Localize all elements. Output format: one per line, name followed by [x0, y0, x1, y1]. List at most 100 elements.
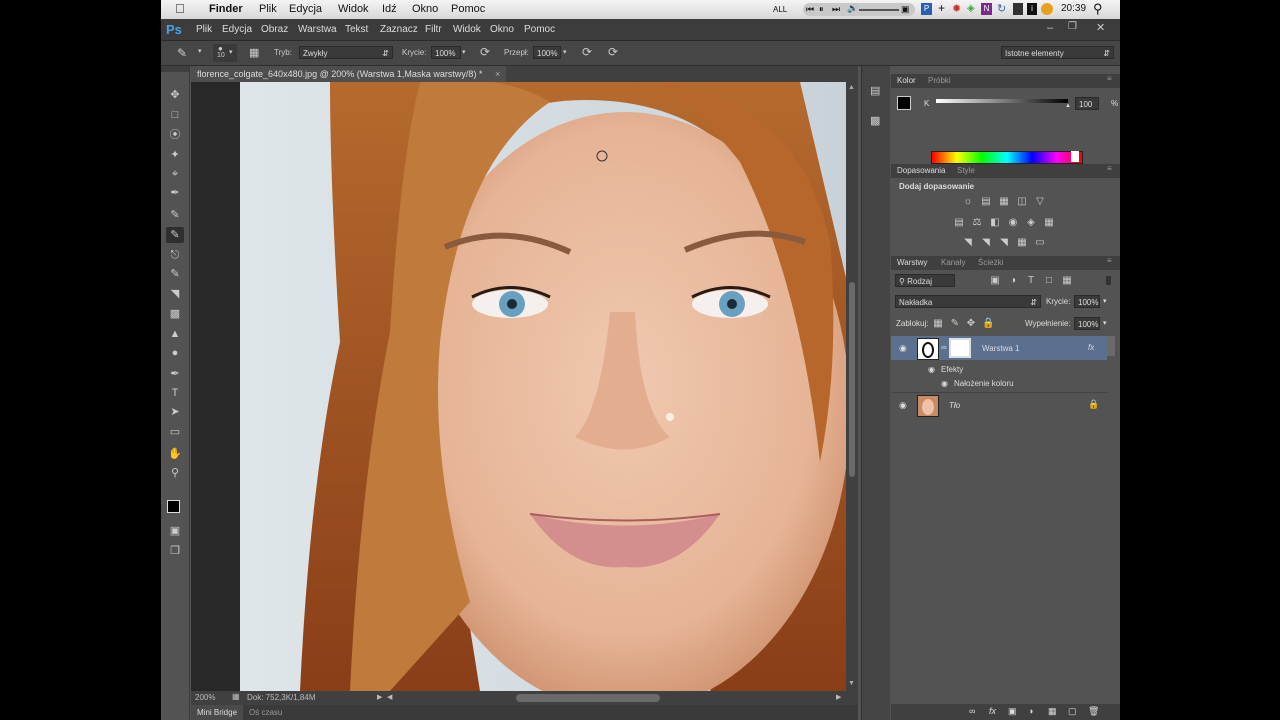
- blend-mode-select[interactable]: Nakładka ⇵: [895, 295, 1041, 308]
- black-white-icon[interactable]: ◧: [989, 218, 1001, 228]
- ps-menu-warstwa[interactable]: Warstwa: [298, 24, 337, 35]
- selective-color-icon[interactable]: ▦: [1016, 238, 1028, 248]
- horizontal-scroll-thumb[interactable]: [516, 694, 660, 702]
- zoom-tool-icon[interactable]: ⚲: [166, 465, 184, 481]
- add-mask-icon[interactable]: ▣: [1008, 706, 1017, 717]
- smart-object-filter-icon[interactable]: ▦: [1061, 276, 1073, 286]
- color-lookup-icon[interactable]: ▦: [1043, 218, 1055, 228]
- quick-mask-icon[interactable]: ▣: [166, 523, 184, 539]
- chevron-down-icon[interactable]: ▾: [1103, 319, 1107, 327]
- chain-link-icon[interactable]: ∞: [941, 343, 947, 352]
- scroll-down-icon[interactable]: ▼: [848, 680, 855, 687]
- pause-icon[interactable]: ⏸: [819, 4, 824, 15]
- filter-toggle[interactable]: [1106, 276, 1111, 285]
- color-ramp[interactable]: [931, 151, 1083, 164]
- layer-row-warstwa-1[interactable]: ◉ ∞ Warstwa 1 fx: [891, 336, 1107, 360]
- foreground-swatch[interactable]: [897, 96, 911, 110]
- path-selection-tool-icon[interactable]: ➤: [166, 404, 184, 420]
- zoom-level[interactable]: 200%: [195, 693, 215, 702]
- curves-icon[interactable]: ▦: [998, 197, 1010, 207]
- clock[interactable]: 20:39: [1061, 3, 1086, 14]
- invert-icon[interactable]: ◥: [962, 238, 974, 248]
- onenote-icon[interactable]: N: [981, 3, 992, 15]
- screen-mode-icon[interactable]: ❐: [166, 543, 184, 559]
- ps-menu-edycja[interactable]: Edycja: [222, 24, 252, 35]
- tab-color[interactable]: Kolor: [897, 76, 916, 85]
- lock-transparent-icon[interactable]: ▦: [932, 319, 944, 329]
- history-panel-icon[interactable]: ▤: [870, 84, 880, 97]
- ps-menu-pomoc[interactable]: Pomoc: [524, 24, 555, 35]
- rewind-icon[interactable]: ⏮: [806, 4, 814, 15]
- tab-swatches[interactable]: Próbki: [928, 76, 951, 85]
- ps-dock-icon[interactable]: P: [921, 3, 932, 15]
- vertical-scroll-thumb[interactable]: [849, 282, 855, 477]
- window-icon[interactable]: ▣: [901, 4, 910, 15]
- brush-panel-icon[interactable]: ▦: [249, 46, 259, 59]
- orange-circle-icon[interactable]: [1041, 3, 1053, 15]
- lasso-tool-icon[interactable]: ⦿: [166, 127, 184, 143]
- panel-menu-icon[interactable]: ≡: [1107, 164, 1112, 173]
- link-layers-icon[interactable]: ∞: [969, 706, 975, 716]
- panel-menu-icon[interactable]: ≡: [1107, 74, 1112, 83]
- k-value-input[interactable]: 100: [1075, 97, 1099, 110]
- gear-icon[interactable]: ✹: [952, 2, 961, 15]
- scroll-left-icon[interactable]: ◀: [387, 693, 392, 701]
- layer-row-background[interactable]: ◉ Tło 🔒: [891, 392, 1107, 417]
- mode-select[interactable]: Zwykły ⇵: [299, 46, 393, 59]
- hand-tool-icon[interactable]: ✋: [166, 446, 184, 462]
- white-swatch[interactable]: [1071, 151, 1079, 162]
- chevron-down-icon[interactable]: ▾: [462, 48, 466, 56]
- info-icon[interactable]: i: [1027, 3, 1037, 15]
- color-overlay-row[interactable]: ◉ Nałożenie koloru: [891, 377, 1107, 391]
- brush-preset-picker[interactable]: ● 10 ▾: [213, 44, 237, 62]
- type-tool-icon[interactable]: T: [166, 385, 184, 401]
- adjustment-filter-icon[interactable]: ◑: [1007, 276, 1019, 286]
- ps-menu-okno[interactable]: Okno: [490, 24, 514, 35]
- layer-filter-select[interactable]: ⚲ Rodzaj: [895, 274, 955, 287]
- layers-scroll-thumb[interactable]: [1107, 336, 1115, 356]
- brush-tool-icon[interactable]: ✎: [177, 46, 187, 60]
- ps-menu-zaznacz[interactable]: Zaznacz: [380, 24, 418, 35]
- threshold-icon[interactable]: ◥: [998, 238, 1010, 248]
- export-icon[interactable]: ▦: [232, 692, 240, 701]
- menu-idz[interactable]: Idź: [382, 3, 397, 15]
- puzzle-icon[interactable]: ◈: [967, 3, 975, 14]
- effects-eye-icon[interactable]: ◉: [928, 365, 935, 374]
- slider-handle-icon[interactable]: ▲: [1065, 103, 1071, 109]
- pixel-filter-icon[interactable]: ▣: [989, 276, 1001, 286]
- dodge-tool-icon[interactable]: ●: [166, 345, 184, 361]
- brightness-icon[interactable]: ☼: [962, 197, 974, 207]
- ps-menu-widok[interactable]: Widok: [453, 24, 481, 35]
- ps-menu-plik[interactable]: Plik: [196, 24, 212, 35]
- properties-panel-icon[interactable]: ▩: [870, 114, 880, 127]
- tab-paths[interactable]: Ścieżki: [978, 258, 1003, 267]
- lock-all-icon[interactable]: 🔒: [982, 319, 994, 329]
- hue-saturation-icon[interactable]: ▤: [953, 218, 965, 228]
- minimize-icon[interactable]: –: [1047, 22, 1053, 34]
- app-icon[interactable]: [1013, 3, 1023, 15]
- move-tool-icon[interactable]: ✥: [166, 87, 184, 103]
- photo-filter-icon[interactable]: ◉: [1007, 218, 1019, 228]
- menu-edycja[interactable]: Edycja: [289, 3, 322, 15]
- new-group-icon[interactable]: ▦: [1048, 706, 1057, 717]
- shape-tool-icon[interactable]: ▭: [166, 424, 184, 440]
- flow-input[interactable]: 100%: [533, 46, 561, 59]
- type-filter-icon[interactable]: T: [1025, 276, 1037, 286]
- photo-image[interactable]: [240, 82, 846, 691]
- stamp-tool-icon[interactable]: ⎋: [166, 247, 184, 263]
- eraser-tool-icon[interactable]: ◥: [166, 286, 184, 302]
- scroll-up-icon[interactable]: ▲: [848, 84, 855, 91]
- spotlight-search-icon[interactable]: ⚲: [1093, 1, 1103, 17]
- opacity-input[interactable]: 100%: [431, 46, 461, 59]
- magic-wand-tool-icon[interactable]: ✦: [166, 147, 184, 163]
- k-slider[interactable]: [936, 99, 1068, 103]
- background-layer-name[interactable]: Tło: [949, 401, 960, 410]
- tab-styles[interactable]: Style: [957, 166, 975, 175]
- ps-menu-obraz[interactable]: Obraz: [261, 24, 288, 35]
- chevron-down-icon[interactable]: ▾: [563, 48, 567, 56]
- scroll-right-icon[interactable]: ▶: [836, 693, 841, 701]
- tab-timeline[interactable]: Oś czasu: [249, 705, 282, 720]
- visibility-eye-icon[interactable]: ◉: [899, 400, 907, 411]
- menu-finder[interactable]: Finder: [209, 3, 243, 15]
- forward-icon[interactable]: ⏭: [832, 4, 840, 15]
